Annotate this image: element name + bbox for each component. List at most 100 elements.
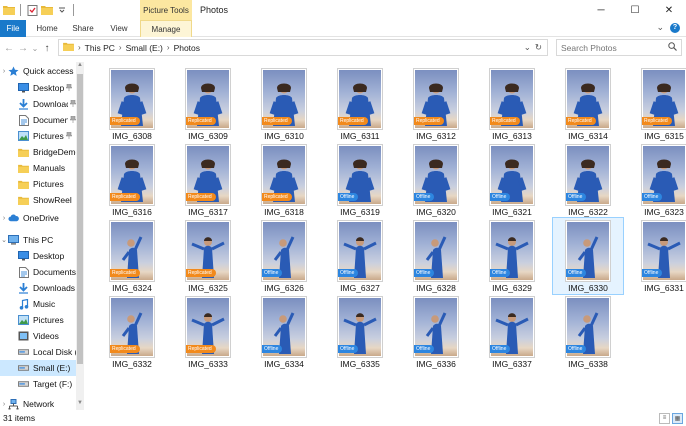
- nav-item[interactable]: Desktop: [0, 248, 76, 264]
- file-tile[interactable]: Replicated IMG_6318: [249, 142, 319, 218]
- folder-icon: [18, 179, 29, 190]
- nav-item[interactable]: › Network: [0, 396, 76, 410]
- nav-item[interactable]: Pictures: [0, 128, 76, 144]
- close-button[interactable]: ✕: [652, 0, 686, 20]
- customize-qat-icon[interactable]: [56, 4, 68, 16]
- file-tile[interactable]: Offline IMG_6319: [325, 142, 395, 218]
- file-tile[interactable]: Offline IMG_6331: [629, 218, 686, 294]
- tab-view[interactable]: View: [102, 20, 136, 37]
- nav-item[interactable]: Target (F:): [0, 376, 76, 392]
- tab-home[interactable]: Home: [30, 20, 64, 37]
- file-tile[interactable]: Offline IMG_6328: [401, 218, 471, 294]
- nav-item[interactable]: ⌄ This PC: [0, 232, 76, 248]
- nav-item[interactable]: Pictures: [0, 176, 76, 192]
- nav-item[interactable]: Downloads: [0, 280, 76, 296]
- search-input[interactable]: [561, 42, 661, 53]
- tab-file[interactable]: File: [0, 20, 26, 37]
- address-bar[interactable]: › This PC › Small (E:) › Photos ⌄ ↻: [58, 39, 548, 56]
- refresh-icon[interactable]: ↻: [535, 42, 542, 53]
- nav-item[interactable]: ShowReel: [0, 192, 76, 208]
- file-tile[interactable]: Replicated IMG_6316: [97, 142, 167, 218]
- ribbon-collapse-icon[interactable]: ⌄: [656, 22, 664, 33]
- file-tile[interactable]: Offline IMG_6321: [477, 142, 547, 218]
- up-button[interactable]: ↑: [40, 39, 54, 57]
- file-tile[interactable]: Replicated IMG_6333: [173, 294, 243, 370]
- file-tile[interactable]: Offline IMG_6323: [629, 142, 686, 218]
- nav-item[interactable]: BridgeDemo: [0, 144, 76, 160]
- file-tile[interactable]: Offline IMG_6326: [249, 218, 319, 294]
- file-tile[interactable]: Replicated IMG_6311: [325, 66, 395, 142]
- file-tile[interactable]: Replicated IMG_6325: [173, 218, 243, 294]
- status-bar: 31 items ≡ ▦: [0, 410, 686, 426]
- nav-item[interactable]: › OneDrive: [0, 210, 76, 226]
- breadcrumb-separator[interactable]: ›: [119, 43, 122, 52]
- help-icon[interactable]: ?: [670, 22, 680, 33]
- file-name: IMG_6318: [264, 207, 304, 217]
- file-tile[interactable]: Offline IMG_6327: [325, 218, 395, 294]
- file-name: IMG_6333: [188, 359, 228, 369]
- file-tile[interactable]: Offline IMG_6322: [553, 142, 623, 218]
- address-dropdown-icon[interactable]: ⌄: [524, 42, 531, 53]
- file-tile[interactable]: Offline IMG_6337: [477, 294, 547, 370]
- file-tile[interactable]: Offline IMG_6338: [553, 294, 623, 370]
- properties-icon[interactable]: [26, 4, 38, 16]
- breadcrumb-separator[interactable]: ›: [167, 43, 170, 52]
- large-icons-view-icon[interactable]: ▦: [672, 412, 683, 424]
- nav-item-label: Pictures: [33, 179, 64, 189]
- nav-item[interactable]: › Quick access: [0, 63, 76, 79]
- new-folder-icon[interactable]: [41, 4, 53, 16]
- nav-item[interactable]: Downloads: [0, 96, 76, 112]
- breadcrumb-photos[interactable]: Photos: [174, 43, 200, 53]
- file-tile[interactable]: Replicated IMG_6332: [97, 294, 167, 370]
- search-box[interactable]: [556, 39, 682, 56]
- nav-item-label: Pictures: [33, 131, 64, 141]
- nav-item[interactable]: Documents: [0, 264, 76, 280]
- back-button[interactable]: ←: [2, 39, 16, 57]
- forward-button[interactable]: →: [16, 39, 30, 57]
- nav-expand-chevron[interactable]: ›: [0, 401, 8, 408]
- nav-item-label: Manuals: [33, 163, 66, 173]
- file-tile[interactable]: Replicated IMG_6314: [553, 66, 623, 142]
- picture-tools-label: Picture Tools: [140, 0, 192, 20]
- file-tile[interactable]: Offline IMG_6335: [325, 294, 395, 370]
- nav-item[interactable]: Small (E:): [0, 360, 76, 376]
- address-row: ← → ⌄ ↑ › This PC › Small (E:) › Photos …: [0, 37, 686, 59]
- breadcrumb-small-e[interactable]: Small (E:): [126, 43, 163, 53]
- tab-share[interactable]: Share: [66, 20, 100, 37]
- nav-item[interactable]: Pictures: [0, 312, 76, 328]
- sync-status-badge: Replicated: [262, 117, 292, 125]
- nav-expand-chevron[interactable]: ›: [0, 68, 8, 75]
- file-tile[interactable]: Replicated IMG_6310: [249, 66, 319, 142]
- nav-item[interactable]: Desktop: [0, 80, 76, 96]
- file-tile[interactable]: Offline IMG_6334: [249, 294, 319, 370]
- navigation-scrollbar[interactable]: ▲ ▼: [76, 62, 84, 410]
- file-tile[interactable]: Replicated IMG_6324: [97, 218, 167, 294]
- file-tile[interactable]: Offline IMG_6330: [552, 217, 624, 295]
- scroll-down-arrow[interactable]: ▼: [76, 400, 84, 410]
- file-tile[interactable]: Replicated IMG_6313: [477, 66, 547, 142]
- file-tile[interactable]: Replicated IMG_6312: [401, 66, 471, 142]
- file-tile[interactable]: Replicated IMG_6317: [173, 142, 243, 218]
- file-tile[interactable]: Offline IMG_6320: [401, 142, 471, 218]
- tab-manage[interactable]: Manage: [140, 20, 192, 37]
- file-tile[interactable]: Replicated IMG_6308: [97, 66, 167, 142]
- file-tile[interactable]: Replicated IMG_6309: [173, 66, 243, 142]
- file-tile[interactable]: Offline IMG_6329: [477, 218, 547, 294]
- nav-item[interactable]: Local Disk (C:): [0, 344, 76, 360]
- scroll-up-arrow[interactable]: ▲: [76, 62, 84, 72]
- file-tile[interactable]: Replicated IMG_6315: [629, 66, 686, 142]
- breadcrumb-this-pc[interactable]: This PC: [85, 43, 115, 53]
- recent-locations-button[interactable]: ⌄: [30, 39, 40, 57]
- file-tile[interactable]: Offline IMG_6336: [401, 294, 471, 370]
- scrollbar-thumb[interactable]: [77, 74, 83, 364]
- details-view-icon[interactable]: ≡: [659, 412, 670, 424]
- nav-expand-chevron[interactable]: ›: [0, 215, 8, 222]
- minimize-button[interactable]: ─: [584, 0, 618, 20]
- maximize-button[interactable]: ☐: [618, 0, 652, 20]
- nav-item[interactable]: Music: [0, 296, 76, 312]
- sync-status-badge: Offline: [414, 193, 435, 201]
- nav-item[interactable]: Videos: [0, 328, 76, 344]
- nav-expand-chevron[interactable]: ⌄: [0, 236, 8, 244]
- nav-item[interactable]: Manuals: [0, 160, 76, 176]
- nav-item[interactable]: Documents: [0, 112, 76, 128]
